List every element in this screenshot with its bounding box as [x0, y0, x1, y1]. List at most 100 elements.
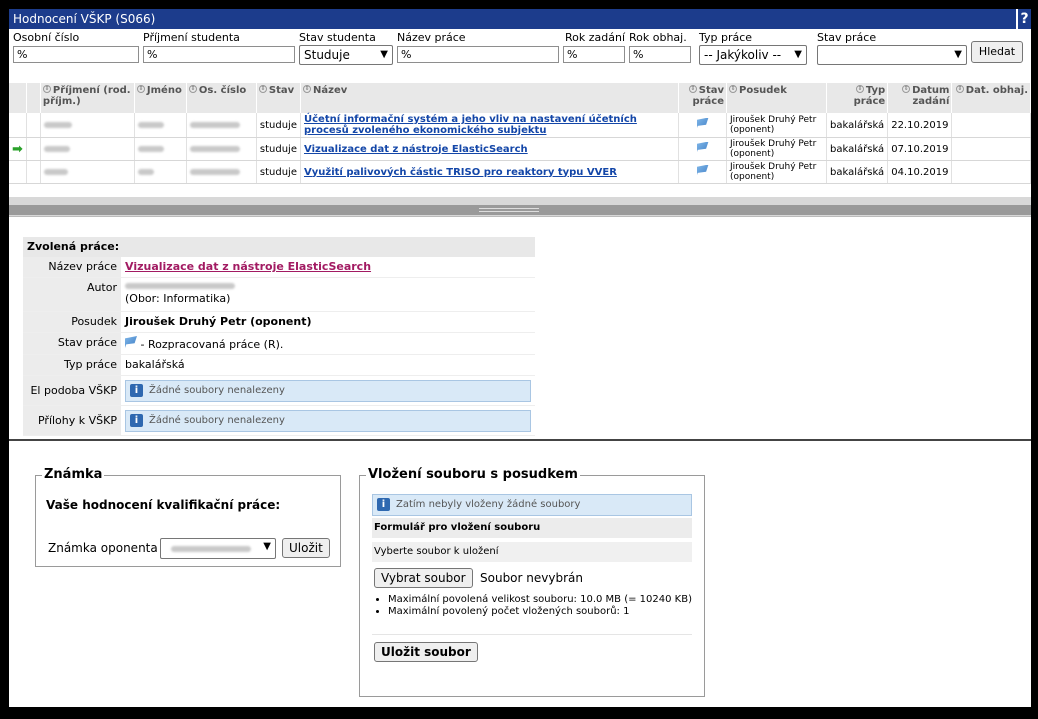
info-box: i Zatím nebyly vloženy žádné soubory — [372, 494, 692, 516]
detail-label: Přílohy k VŠKP — [23, 406, 121, 435]
grade-select[interactable]: ▼ — [160, 538, 276, 559]
header-dat-obhaj[interactable]: ⇕ Dat. obhaj. — [951, 83, 1031, 113]
detail-label: El podoba VŠKP — [23, 376, 121, 405]
stav-studenta-select[interactable]: Studuje ▼ — [299, 45, 393, 65]
row-spacer — [26, 160, 41, 184]
detail-row-el-podoba: El podoba VŠKP i Žádné soubory nenalezeny — [23, 376, 535, 406]
stav-studenta-label: Stav studenta — [299, 31, 376, 44]
section-divider — [9, 439, 1031, 441]
chevron-down-icon: ▼ — [263, 541, 271, 552]
upload-fieldset: Vložení souboru s posudkem i Zatím nebyly… — [359, 467, 705, 697]
filter-bar: Osobní číslo % Příjmení studenta % Stav … — [9, 29, 1031, 83]
header-jmeno[interactable]: ⇕ Jméno — [134, 83, 187, 113]
cell-typ: bakalářská — [826, 137, 889, 161]
choose-file-label: Vyberte soubor k uložení — [372, 542, 692, 562]
cell-typ: bakalářská — [826, 113, 889, 138]
choose-file-button[interactable]: Vybrat soubor — [374, 568, 473, 588]
typ-prace-value: -- Jakýkoliv -- — [704, 48, 782, 62]
osobni-cislo-label: Osobní číslo — [13, 31, 80, 44]
table-row-selected[interactable]: ➡ studuje Vizualizace dat z nástroje Ela… — [9, 137, 1031, 161]
detail-value: i Žádné soubory nenalezeny — [121, 376, 535, 405]
results-table: ⇕ Příjmení (rod. příjm.) ⇕ Jméno ⇕ Os. čísl… — [9, 83, 1031, 184]
cell-os-cislo — [186, 160, 257, 184]
header-datum-zadani[interactable]: ⇕ Datum zadání — [887, 83, 953, 113]
header-prijmeni[interactable]: ⇕ Příjmení (rod. příjm.) — [40, 83, 135, 113]
save-grade-button[interactable]: Uložit — [282, 538, 330, 558]
prijmeni-input[interactable]: % — [143, 46, 295, 63]
detail-label: Posudek — [23, 312, 121, 332]
cell-datum: 04.10.2019 — [887, 160, 953, 184]
cell-stav-prace — [678, 113, 727, 138]
thesis-link[interactable]: Využití palivových částic TRISO pro reak… — [304, 167, 617, 178]
info-icon: i — [130, 413, 143, 427]
detail-row-nazev: Název práce Vizualizace dat z nástroje E… — [23, 257, 535, 278]
detail-value: bakalářská — [125, 358, 185, 371]
info-icon: i — [130, 383, 143, 397]
rok-obhaj-input[interactable]: % — [629, 46, 691, 63]
info-box: i Žádné soubory nenalezeny — [125, 380, 531, 402]
cell-datum: 07.10.2019 — [887, 137, 953, 161]
stav-prace-select[interactable]: ▼ — [817, 45, 967, 65]
detail-row-typ: Typ práce bakalářská — [23, 355, 535, 376]
sort-icon: ⇕ — [688, 85, 697, 93]
cell-stav: studuje — [256, 113, 302, 138]
separator — [372, 634, 692, 635]
table-row[interactable]: studuje Účetní informační systém a jeho … — [9, 113, 1031, 138]
sort-icon: ⇕ — [42, 85, 51, 93]
chevron-down-icon: ▼ — [794, 49, 802, 60]
detail-value: - Rozpracovaná práce (R). — [121, 333, 535, 354]
thesis-link[interactable]: Vizualizace dat z nástroje ElasticSearch — [304, 144, 528, 155]
rok-zadani-label: Rok zadání — [565, 31, 626, 44]
osobni-cislo-input[interactable]: % — [13, 46, 139, 63]
help-icon[interactable]: ? — [1016, 9, 1031, 29]
resize-splitter[interactable] — [9, 205, 1031, 215]
cell-jmeno — [134, 113, 187, 138]
app-window: Hodnocení VŠKP (S066) ? Osobní číslo % P… — [9, 9, 1031, 707]
rok-zadani-input[interactable]: % — [563, 46, 625, 63]
rok-obhaj-label: Rok obhaj. — [629, 31, 687, 44]
search-button[interactable]: Hledat — [971, 41, 1023, 63]
flag-icon — [696, 141, 709, 154]
chevron-down-icon: ▼ — [380, 49, 388, 60]
prijmeni-label: Příjmení studenta — [143, 31, 240, 44]
grade-heading: Vaše hodnocení kvalifikační práce: — [46, 498, 281, 512]
rule-item: Maximální povolená velikost souboru: 10.… — [388, 594, 692, 606]
redacted-text — [43, 121, 72, 128]
redacted-text — [189, 168, 240, 175]
header-posudek[interactable]: ⇕ Posudek — [726, 83, 827, 113]
sort-icon: ⇕ — [902, 85, 911, 93]
cell-dat-obhaj — [951, 137, 1031, 161]
header-stav[interactable]: ⇕ Stav — [256, 83, 302, 113]
grip-icon — [479, 208, 539, 212]
flag-icon — [696, 117, 709, 130]
nazev-prace-input[interactable]: % — [397, 46, 559, 63]
header-stav-prace[interactable]: ⇕ Stav práce — [678, 83, 727, 113]
cell-prijmeni — [40, 113, 135, 138]
detail-label: Stav práce — [23, 333, 121, 354]
cell-dat-obhaj — [951, 113, 1031, 138]
cell-os-cislo — [186, 137, 257, 161]
sort-icon: ⇕ — [855, 85, 864, 93]
cell-stav: studuje — [256, 137, 302, 161]
thesis-link[interactable]: Účetní informační systém a jeho vliv na … — [304, 114, 637, 136]
typ-prace-select[interactable]: -- Jakýkoliv -- ▼ — [699, 45, 807, 65]
znamka-fieldset: Známka Vaše hodnocení kvalifikační práce… — [35, 467, 341, 567]
title-bar: Hodnocení VŠKP (S066) ? — [9, 9, 1031, 29]
table-row[interactable]: studuje Využití palivových částic TRISO … — [9, 160, 1031, 184]
detail-row-posudek: Posudek Jiroušek Druhý Petr (oponent) — [23, 312, 535, 333]
thesis-title-link[interactable]: Vizualizace dat z nástroje ElasticSearch — [125, 260, 371, 273]
row-marker: ➡ — [9, 137, 27, 161]
cell-stav-prace — [678, 137, 727, 161]
sort-icon: ⇕ — [955, 85, 964, 93]
redacted-text — [137, 121, 164, 128]
save-file-button[interactable]: Uložit soubor — [374, 642, 478, 662]
header-typ-prace[interactable]: ⇕ Typ práce — [826, 83, 889, 113]
header-os-cislo[interactable]: ⇕ Os. číslo — [186, 83, 257, 113]
cell-posudek: Jiroušek Druhý Petr (oponent) — [726, 160, 827, 184]
rule-item: Maximální povolený počet vložených soubo… — [388, 606, 692, 618]
header-nazev[interactable]: ⇕ Název — [300, 83, 679, 113]
nazev-prace-label: Název práce — [397, 31, 466, 44]
redacted-text — [189, 145, 240, 152]
cell-posudek: Jiroušek Druhý Petr (oponent) — [726, 137, 827, 161]
detail-value: i Žádné soubory nenalezeny — [121, 406, 535, 435]
